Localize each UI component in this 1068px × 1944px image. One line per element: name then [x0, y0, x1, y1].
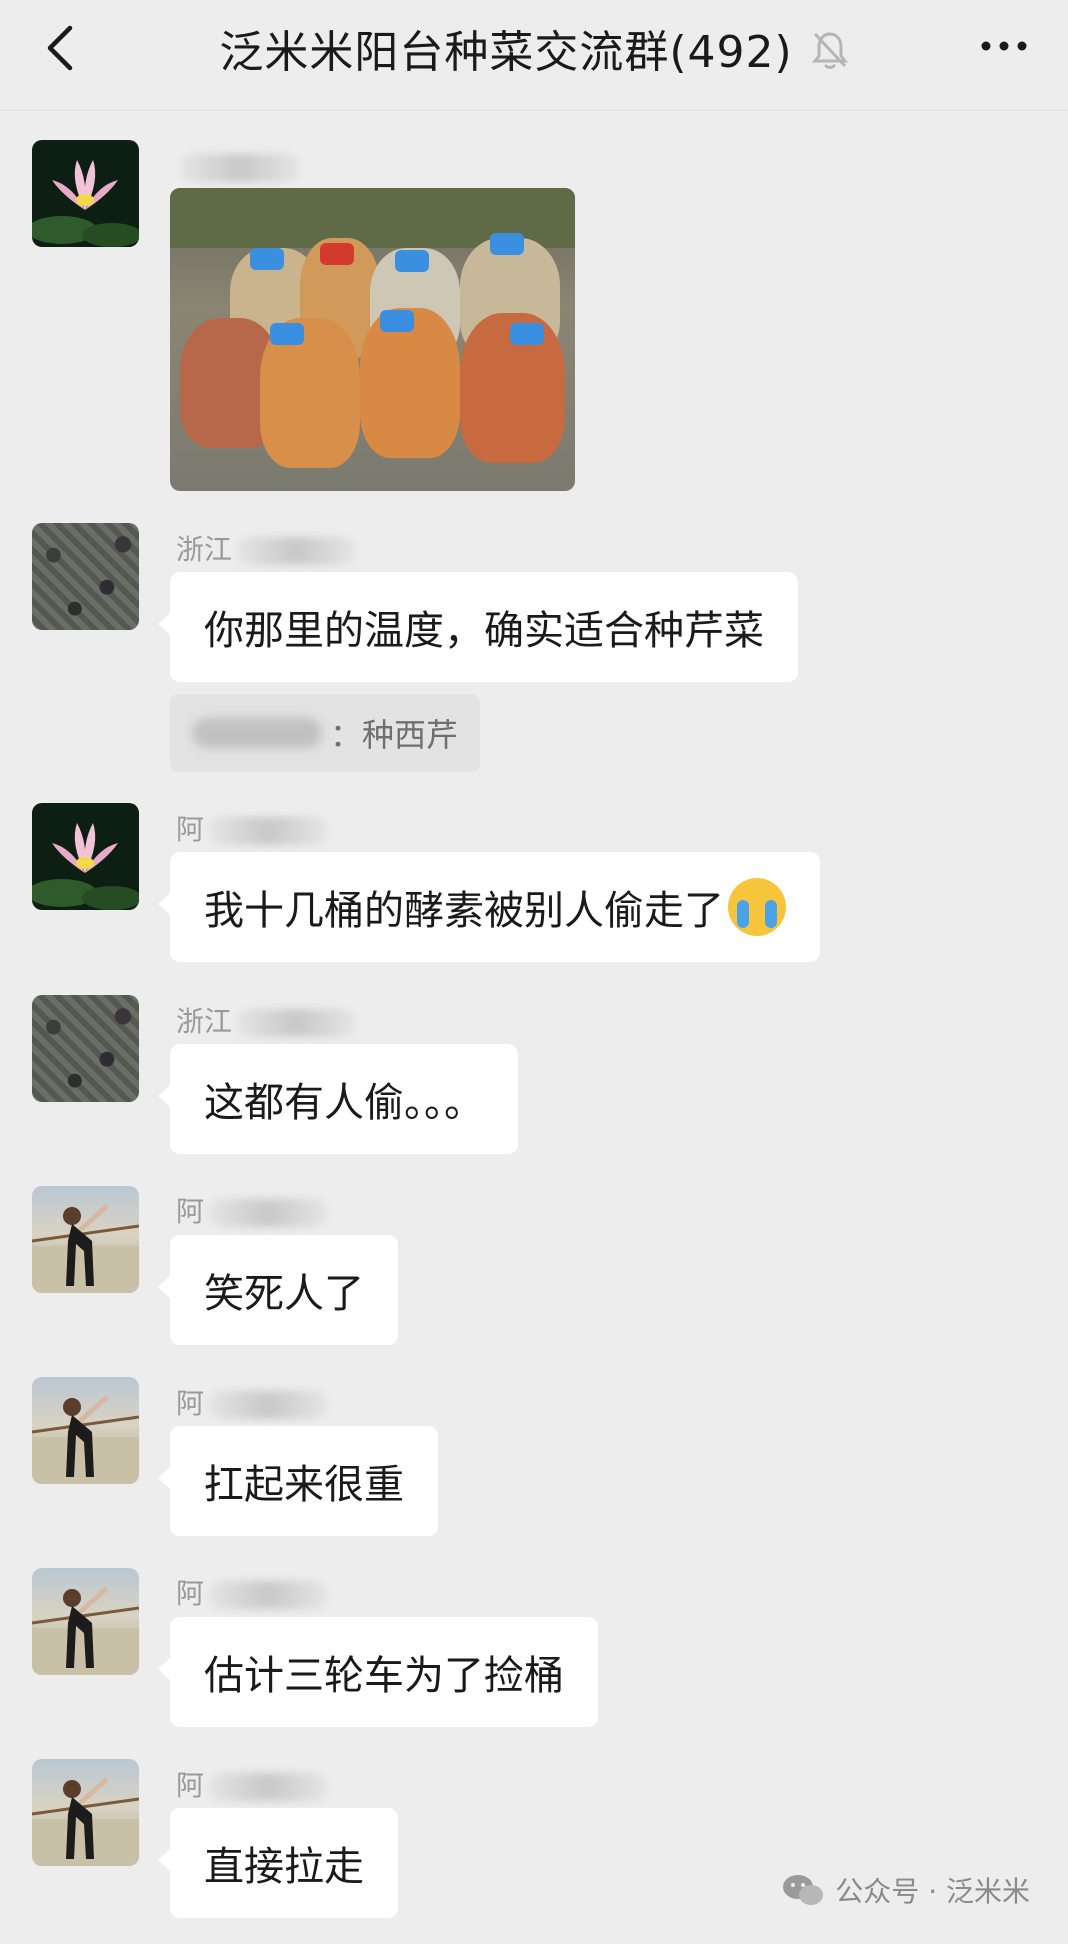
message-text: 扛起来很重: [204, 1462, 404, 1508]
girl-avatar[interactable]: [32, 1568, 139, 1675]
message-text: 直接拉走: [204, 1844, 364, 1890]
quoted-message[interactable]: ：种西芹: [170, 694, 481, 772]
lotus-icon: [32, 160, 139, 247]
blurred-name: [208, 1773, 329, 1801]
chat-header: 泛米米阳台种菜交流群(492): [0, 0, 1068, 111]
chat-title: 泛米米阳台种菜交流群(492): [219, 27, 793, 78]
person-icon: [32, 1204, 139, 1293]
person-icon: [32, 1777, 139, 1866]
message-text: 这都有人偷。。。: [204, 1080, 484, 1126]
lotus-avatar[interactable]: [32, 803, 139, 910]
message-bubble[interactable]: 笑死人了: [158, 1235, 398, 1345]
message-text: 我十几桶的酵素被别人偷走了: [204, 888, 724, 934]
blurred-name: [236, 537, 357, 565]
girl-avatar[interactable]: [32, 1186, 139, 1293]
message-bubble[interactable]: 估计三轮车为了捡桶: [158, 1617, 598, 1727]
message-text: 笑死人了: [204, 1271, 364, 1317]
sender-name: 阿: [176, 1572, 329, 1612]
field-avatar[interactable]: [32, 995, 139, 1102]
sender-name: [176, 150, 300, 183]
wechat-icon: [783, 1875, 824, 1905]
sender-name: 阿: [176, 808, 329, 848]
girl-avatar[interactable]: [32, 1377, 139, 1484]
message-bubble[interactable]: 我十几桶的酵素被别人偷走了: [158, 852, 820, 962]
more-dots-icon[interactable]: [978, 36, 1030, 56]
message-text: 估计三轮车为了捡桶: [204, 1653, 564, 1699]
sender-name: 浙江: [176, 1000, 357, 1040]
sender-name: 浙江: [176, 528, 357, 568]
lotus-icon: [32, 823, 139, 910]
sender-name: 阿: [176, 1764, 329, 1804]
message-text: 你那里的温度，确实适合种芹菜: [204, 608, 764, 654]
message-bubble[interactable]: 扛起来很重: [158, 1426, 438, 1536]
quote-text: ：种西芹: [330, 716, 459, 754]
blurred-name: [208, 1199, 329, 1227]
crying-face-icon: [728, 878, 786, 936]
message-bubble[interactable]: 这都有人偷。。。: [158, 1044, 518, 1154]
field-avatar[interactable]: [32, 523, 139, 630]
blurred-name: [192, 718, 322, 748]
blurred-name: [180, 154, 300, 182]
girl-avatar[interactable]: [32, 1759, 139, 1866]
blurred-name: [208, 1581, 329, 1609]
person-icon: [32, 1395, 139, 1484]
watermark-text: 公众号 · 泛米米: [835, 1875, 1030, 1908]
blurred-name: [208, 1391, 329, 1419]
sender-name: 阿: [176, 1190, 329, 1230]
message-bubble[interactable]: 直接拉走: [158, 1808, 398, 1918]
sender-name: 阿: [176, 1382, 329, 1422]
lotus-avatar[interactable]: [32, 140, 139, 247]
watermark: 公众号 · 泛米米: [781, 1870, 1030, 1910]
bell-muted-icon: [811, 32, 848, 69]
blurred-name: [236, 1009, 357, 1037]
person-icon: [32, 1586, 139, 1675]
message-bubble[interactable]: 你那里的温度，确实适合种芹菜: [158, 572, 798, 682]
blurred-name: [208, 817, 329, 845]
image-message-photo[interactable]: [170, 188, 575, 491]
chat-title-wrap: 泛米米阳台种菜交流群(492): [0, 20, 1068, 78]
